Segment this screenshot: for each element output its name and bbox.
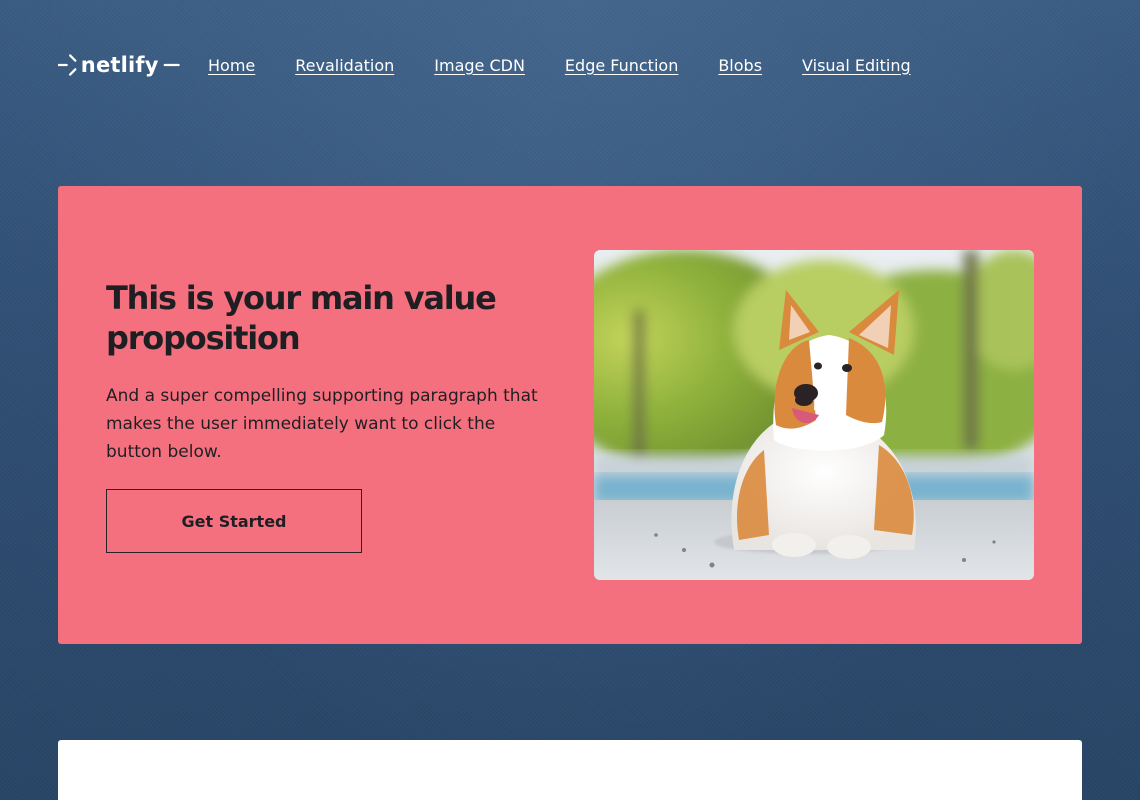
get-started-button[interactable]: Get Started bbox=[106, 489, 362, 553]
nav-link-visual-editing[interactable]: Visual Editing bbox=[802, 56, 911, 75]
hero-title: This is your main value proposition bbox=[106, 279, 497, 357]
content-card bbox=[58, 740, 1082, 800]
nav-link-home[interactable]: Home bbox=[208, 56, 255, 75]
logo-burst-icon bbox=[58, 54, 77, 76]
corgi-photo bbox=[594, 250, 1034, 580]
nav-link-image-cdn[interactable]: Image CDN bbox=[434, 56, 525, 75]
hero-paragraph: And a super compelling supporting paragr… bbox=[106, 386, 538, 462]
hero-section: This is your main value proposition And … bbox=[58, 186, 1082, 644]
site-header: netlify Home Revalidation Image CDN Edge… bbox=[58, 38, 951, 92]
nav-link-blobs[interactable]: Blobs bbox=[718, 56, 762, 75]
main-nav: Home Revalidation Image CDN Edge Functio… bbox=[208, 56, 951, 75]
logo-dash-icon bbox=[163, 63, 180, 67]
netlify-logo[interactable]: netlify bbox=[58, 38, 180, 92]
logo-wordmark: netlify bbox=[80, 53, 159, 77]
corgi-illustration bbox=[594, 250, 1034, 580]
nav-link-edge-function[interactable]: Edge Function bbox=[565, 56, 678, 75]
nav-link-revalidation[interactable]: Revalidation bbox=[295, 56, 394, 75]
